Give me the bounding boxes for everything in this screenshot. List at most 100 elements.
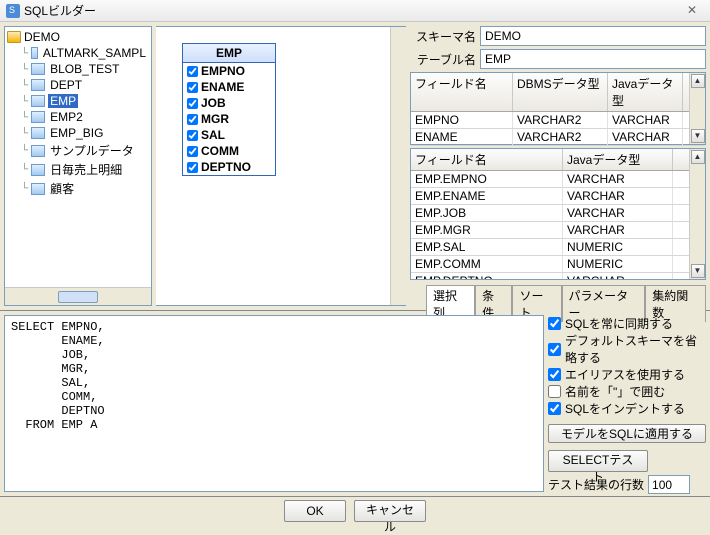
table-icon bbox=[31, 47, 38, 59]
option-row: SQLをインデントする bbox=[548, 400, 706, 417]
option-label: SQLを常に同期する bbox=[565, 315, 673, 332]
table-row[interactable]: EMP.JOBVARCHAR bbox=[411, 205, 705, 222]
diagram-column-row[interactable]: ENAME bbox=[183, 79, 275, 95]
scroll-down-icon[interactable]: ▼ bbox=[691, 264, 705, 278]
tree-item[interactable]: └BLOB_TEST bbox=[5, 61, 151, 77]
col-header[interactable]: フィールド名 bbox=[411, 149, 563, 170]
select-test-button[interactable]: SELECTテスト bbox=[548, 450, 648, 472]
diagram-column-row[interactable]: SAL bbox=[183, 127, 275, 143]
table-row[interactable]: EMP.MGRVARCHAR bbox=[411, 222, 705, 239]
sql-editor[interactable]: SELECT EMPNO, ENAME, JOB, MGR, SAL, COMM… bbox=[4, 315, 544, 492]
tree-item[interactable]: └サンプルデータ bbox=[5, 141, 151, 160]
table-icon bbox=[31, 79, 45, 91]
column-checkbox[interactable] bbox=[187, 162, 198, 173]
diagram-table-emp[interactable]: EMP EMPNO ENAME JOB MGR SAL COMM DEPTNO bbox=[182, 43, 276, 176]
schema-input[interactable] bbox=[480, 26, 706, 46]
option-row: SQLを常に同期する bbox=[548, 315, 706, 332]
column-checkbox[interactable] bbox=[187, 98, 198, 109]
tree-item-label: サンプルデータ bbox=[48, 142, 136, 159]
diagram-column-row[interactable]: COMM bbox=[183, 143, 275, 159]
scroll-up-icon[interactable]: ▲ bbox=[691, 74, 705, 88]
tree-item[interactable]: └EMP bbox=[5, 93, 151, 109]
table-tree[interactable]: DEMO └ALTMARK_SAMPL└BLOB_TEST└DEPT└EMP└E… bbox=[5, 27, 151, 287]
tree-item[interactable]: └EMP2 bbox=[5, 109, 151, 125]
table-input[interactable] bbox=[480, 49, 706, 69]
column-checkbox[interactable] bbox=[187, 82, 198, 93]
column-checkbox[interactable] bbox=[187, 146, 198, 157]
folder-icon bbox=[7, 31, 21, 43]
diagram-column-row[interactable]: DEPTNO bbox=[183, 159, 275, 175]
column-label: COMM bbox=[201, 144, 239, 158]
tree-item[interactable]: └顧客 bbox=[5, 179, 151, 198]
select-columns-grid[interactable]: フィールド名 Javaデータ型 EMP.EMPNOVARCHAREMP.ENAM… bbox=[410, 148, 706, 280]
table-row[interactable]: ENAMEVARCHAR2VARCHAR bbox=[411, 129, 705, 146]
table-row[interactable]: EMP.COMMNUMERIC bbox=[411, 256, 705, 273]
tree-item[interactable]: └DEPT bbox=[5, 77, 151, 93]
tree-item[interactable]: └ALTMARK_SAMPL bbox=[5, 45, 151, 61]
tree-root-label: DEMO bbox=[24, 30, 60, 44]
table-row[interactable]: EMP.EMPNOVARCHAR bbox=[411, 171, 705, 188]
table-tree-pane: DEMO └ALTMARK_SAMPL└BLOB_TEST└DEPT└EMP└E… bbox=[4, 26, 152, 306]
test-rows-label: テスト結果の行数 bbox=[548, 476, 644, 493]
test-rows-input[interactable] bbox=[648, 475, 690, 494]
option-checkbox[interactable] bbox=[548, 385, 561, 398]
option-checkbox[interactable] bbox=[548, 343, 561, 356]
option-checkbox[interactable] bbox=[548, 368, 561, 381]
field-type-grid[interactable]: フィールド名 DBMSデータ型 Javaデータ型 EMPNOVARCHAR2VA… bbox=[410, 72, 706, 145]
tree-item[interactable]: └EMP_BIG bbox=[5, 125, 151, 141]
ok-button[interactable]: OK bbox=[284, 500, 346, 522]
column-label: MGR bbox=[201, 112, 229, 126]
grid-vscroll[interactable]: ▲ ▼ bbox=[689, 149, 705, 279]
tree-hscroll[interactable] bbox=[5, 287, 151, 305]
diagram-table-header: EMP bbox=[183, 44, 275, 63]
tree-item-label: 顧客 bbox=[48, 180, 76, 197]
column-label: JOB bbox=[201, 96, 226, 110]
diagram-vscroll[interactable] bbox=[390, 27, 406, 305]
scroll-down-icon[interactable]: ▼ bbox=[691, 129, 705, 143]
column-checkbox[interactable] bbox=[187, 130, 198, 141]
table-row[interactable]: EMPNOVARCHAR2VARCHAR bbox=[411, 112, 705, 129]
window-title: SQLビルダー bbox=[24, 2, 96, 19]
tree-item-label: 日毎売上明細 bbox=[48, 161, 124, 178]
option-row: デフォルトスキーマを省略する bbox=[548, 332, 706, 366]
grid-vscroll[interactable]: ▲ ▼ bbox=[689, 73, 705, 144]
table-row[interactable]: EMP.DEPTNOVARCHAR bbox=[411, 273, 705, 279]
tree-item[interactable]: └日毎売上明細 bbox=[5, 160, 151, 179]
diagram-column-row[interactable]: JOB bbox=[183, 95, 275, 111]
tree-item-label: EMP2 bbox=[48, 110, 85, 124]
column-label: ENAME bbox=[201, 80, 244, 94]
schema-label: スキーマ名 bbox=[410, 28, 476, 45]
diagram-column-row[interactable]: EMPNO bbox=[183, 63, 275, 79]
column-label: SAL bbox=[201, 128, 225, 142]
options-pane: SQLを常に同期するデフォルトスキーマを省略するエイリアスを使用する名前を「"」… bbox=[548, 315, 706, 492]
column-label: EMPNO bbox=[201, 64, 245, 78]
properties-pane: スキーマ名 テーブル名 フィールド名 DBMSデータ型 Javaデータ型 EMP… bbox=[410, 26, 706, 306]
col-header[interactable]: DBMSデータ型 bbox=[513, 73, 608, 111]
diagram-canvas-pane: EMP EMPNO ENAME JOB MGR SAL COMM DEPTNO bbox=[156, 26, 406, 306]
diagram-column-row[interactable]: MGR bbox=[183, 111, 275, 127]
tree-root[interactable]: DEMO bbox=[5, 29, 151, 45]
column-checkbox[interactable] bbox=[187, 114, 198, 125]
cancel-button[interactable]: キャンセル bbox=[354, 500, 426, 522]
table-row[interactable]: EMP.ENAMEVARCHAR bbox=[411, 188, 705, 205]
dialog-footer: OK キャンセル bbox=[0, 496, 710, 524]
col-header[interactable]: Javaデータ型 bbox=[608, 73, 683, 111]
diagram-canvas[interactable]: EMP EMPNO ENAME JOB MGR SAL COMM DEPTNO bbox=[156, 27, 390, 305]
option-row: エイリアスを使用する bbox=[548, 366, 706, 383]
tree-item-label: BLOB_TEST bbox=[48, 62, 121, 76]
option-checkbox[interactable] bbox=[548, 402, 561, 415]
title-bar: SQLビルダー ✕ bbox=[0, 0, 710, 22]
close-icon[interactable]: ✕ bbox=[680, 3, 704, 19]
column-label: DEPTNO bbox=[201, 160, 251, 174]
table-row[interactable]: EMP.SALNUMERIC bbox=[411, 239, 705, 256]
apply-model-button[interactable]: モデルをSQLに適用する bbox=[548, 424, 706, 443]
option-label: デフォルトスキーマを省略する bbox=[565, 332, 706, 366]
table-icon bbox=[31, 95, 45, 107]
scroll-up-icon[interactable]: ▲ bbox=[691, 150, 705, 164]
col-header[interactable]: フィールド名 bbox=[411, 73, 513, 111]
col-header[interactable]: Javaデータ型 bbox=[563, 149, 673, 170]
column-checkbox[interactable] bbox=[187, 66, 198, 77]
table-icon bbox=[31, 127, 45, 139]
option-checkbox[interactable] bbox=[548, 317, 561, 330]
table-icon bbox=[31, 111, 45, 123]
